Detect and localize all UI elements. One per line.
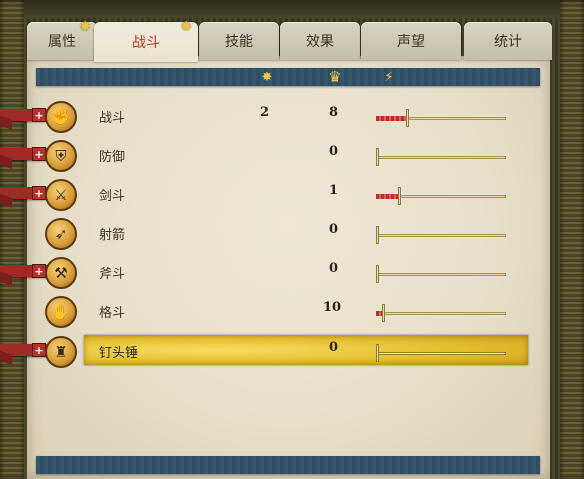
skill-level: 0 [329,261,339,276]
skill-glyph: ✋ [51,303,71,321]
skill-glyph: ⛨ [55,147,67,165]
skill-name: 钉头锤 [99,346,139,361]
skill-progress-bar [376,108,506,127]
progress-marker [406,109,409,127]
skill-icon: ⚒ [45,257,77,289]
skill-level: 1 [329,183,339,198]
skill-name: 斧斗 [99,267,126,282]
progress-track [376,234,506,237]
skill-icon: ✊ [45,101,77,133]
skill-row[interactable]: + ⛨ 防御 0 [0,138,560,174]
skill-name: 格斗 [99,306,126,321]
skill-icon: ⛨ [45,140,77,172]
skill-icon: ➶ [45,218,77,250]
skill-progress-bar [376,303,506,322]
skill-level: 0 [329,222,339,237]
skill-name: 剑斗 [99,189,126,204]
add-point-button[interactable]: + [32,147,46,161]
skill-row[interactable]: + ⚒ 斧斗 0 [0,255,560,291]
progress-fill [376,194,399,199]
bottom-bar [36,456,540,474]
frame-top [0,0,584,18]
skill-icon: ✋ [45,296,77,328]
progress-marker [376,226,379,244]
star-icon: ✸ [261,69,273,85]
tab-skills[interactable]: 技能 [199,22,279,60]
crown-icon: ♛ [328,68,342,86]
progress-marker [376,148,379,166]
tab-combat[interactable]: 战斗 ✸ [94,19,198,62]
tab-reputation[interactable]: 声望 [361,22,461,60]
skill-level: 0 [329,340,339,355]
skill-name: 战斗 [99,111,126,126]
skill-name: 射箭 [99,228,126,243]
skill-name: 防御 [99,150,126,165]
star-icon: ✸ [79,19,91,35]
skill-level: 0 [329,144,339,159]
skill-row[interactable]: ➶ 射箭 0 [0,216,560,252]
add-point-button[interactable]: + [32,108,46,122]
add-point-button[interactable]: + [32,264,46,278]
skill-progress-bar [376,186,506,205]
skill-progress-bar [376,147,506,166]
skill-row[interactable]: + ✊ 战斗 2 8 [0,99,560,135]
skill-row[interactable]: ✋ 格斗 10 [0,294,560,330]
skill-glyph: ⚒ [54,264,68,282]
progress-track [376,156,506,159]
progress-marker [398,187,401,205]
tab-bar: 属性 ✸ 战斗 ✸ 技能 效果 声望 统计 [27,19,555,62]
add-point-button[interactable]: + [32,343,46,357]
skill-glyph: ➶ [54,225,68,243]
progress-fill [376,116,407,121]
tab-effects[interactable]: 效果 [280,22,360,60]
tab-label: 效果 [306,34,334,50]
skill-icon: ⚔ [45,179,77,211]
rank-icon: ⚡ [384,69,394,85]
tab-attributes[interactable]: 属性 ✸ [27,19,97,60]
skill-progress-bar [376,225,506,244]
progress-track [376,273,506,276]
progress-marker [376,265,379,283]
skill-row[interactable]: + ⚔ 剑斗 1 [0,177,560,213]
tab-label: 技能 [225,34,253,50]
skill-glyph: ⚔ [54,186,68,204]
progress-marker [382,304,385,322]
column-header-bar: ✸ ♛ ⚡ [36,68,540,86]
progress-track [376,352,506,355]
tab-statistics[interactable]: 统计 [464,22,552,60]
progress-track [376,312,506,315]
tab-label: 声望 [397,34,425,50]
skill-level: 8 [329,105,339,120]
star-icon: ✸ [180,19,192,35]
skill-level: 10 [323,300,342,315]
skill-glyph: ✊ [51,108,71,126]
skill-progress-bar [376,343,506,362]
tab-label: 统计 [494,34,522,50]
skill-icon: ♜ [45,336,77,368]
add-point-button[interactable]: + [32,186,46,200]
tab-label: 战斗 [132,35,160,51]
frame-right [560,0,584,479]
skill-row[interactable]: + ♜ 钉头锤 0 [0,334,560,370]
progress-marker [376,344,379,362]
skill-progress-bar [376,264,506,283]
skill-points: 2 [260,105,270,120]
tab-label: 属性 [48,34,76,50]
skill-glyph: ♜ [54,343,68,361]
